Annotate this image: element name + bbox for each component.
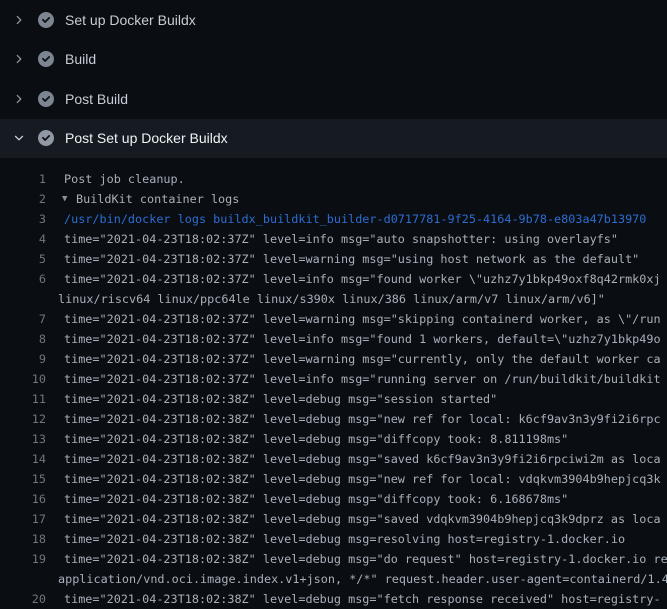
log-line-number[interactable]: 11: [0, 389, 46, 409]
log-line-text: time="2021-04-23T18:02:38Z" level=debug …: [64, 449, 661, 469]
log-line: 18 time="2021-04-23T18:02:38Z" level=deb…: [0, 529, 667, 549]
steps-list: Set up Docker Buildx Build Post Buil: [0, 0, 667, 158]
log-line-number[interactable]: 8: [0, 329, 46, 349]
log-line-text: time="2021-04-23T18:02:37Z" level=info m…: [64, 269, 661, 289]
log-line-text: time="2021-04-23T18:02:37Z" level=info m…: [64, 229, 618, 249]
log-line: 20 time="2021-04-23T18:02:38Z" level=deb…: [0, 589, 667, 609]
log-line-number[interactable]: 13: [0, 429, 46, 449]
log-line-number[interactable]: 1: [0, 169, 46, 189]
log-line-number[interactable]: [0, 289, 46, 309]
chevron-icon[interactable]: [12, 131, 26, 145]
log-line-number[interactable]: 6: [0, 269, 46, 289]
workflow-log-panel: Set up Docker Buildx Build Post Buil: [0, 0, 667, 609]
log-line-number[interactable]: 19: [0, 549, 46, 569]
check-circle-icon: [38, 130, 54, 146]
log-line: 3 /usr/bin/docker logs buildx_buildkit_b…: [0, 209, 667, 229]
log-line-text: time="2021-04-23T18:02:38Z" level=debug …: [64, 389, 497, 409]
log-line-text: time="2021-04-23T18:02:37Z" level=info m…: [64, 369, 661, 389]
log-line: application/vnd.oci.image.index.v1+json,…: [0, 569, 667, 589]
log-line-number[interactable]: 18: [0, 529, 46, 549]
step-row-expanded[interactable]: Post Set up Docker Buildx: [0, 119, 667, 159]
log-area: 1 Post job cleanup. 2 ▼BuildKit containe…: [0, 158, 667, 609]
step-row-collapsed[interactable]: Post Build: [0, 79, 667, 119]
log-line: 19 time="2021-04-23T18:02:38Z" level=deb…: [0, 549, 667, 569]
log-line: 16 time="2021-04-23T18:02:38Z" level=deb…: [0, 489, 667, 509]
log-line-number[interactable]: [0, 569, 46, 589]
log-line-text: time="2021-04-23T18:02:38Z" level=debug …: [64, 489, 568, 509]
log-line-text: time="2021-04-23T18:02:38Z" level=debug …: [64, 529, 625, 549]
log-line: 13 time="2021-04-23T18:02:38Z" level=deb…: [0, 429, 667, 449]
check-circle-icon: [38, 12, 54, 28]
log-line-text: Post job cleanup.: [64, 169, 185, 189]
log-line-text: time="2021-04-23T18:02:37Z" level=info m…: [64, 329, 661, 349]
chevron-icon[interactable]: [12, 92, 26, 106]
log-line-text: time="2021-04-23T18:02:37Z" level=warnin…: [64, 249, 639, 269]
log-line-number[interactable]: 12: [0, 409, 46, 429]
check-circle-icon: [38, 91, 54, 107]
step-row-collapsed[interactable]: Build: [0, 40, 667, 80]
log-line: 15 time="2021-04-23T18:02:38Z" level=deb…: [0, 469, 667, 489]
log-line-number[interactable]: 9: [0, 349, 46, 369]
log-line-text: application/vnd.oci.image.index.v1+json,…: [58, 569, 667, 589]
log-line: 2 ▼BuildKit container logs: [0, 189, 667, 209]
check-circle-icon: [38, 51, 54, 67]
chevron-icon[interactable]: [12, 13, 26, 27]
log-line-text: linux/riscv64 linux/ppc64le linux/s390x …: [58, 289, 605, 309]
log-line-text: time="2021-04-23T18:02:38Z" level=debug …: [64, 589, 661, 609]
log-line-text: time="2021-04-23T18:02:38Z" level=debug …: [64, 429, 568, 449]
chevron-icon[interactable]: [12, 52, 26, 66]
log-line-number[interactable]: 14: [0, 449, 46, 469]
log-line: 1 Post job cleanup.: [0, 169, 667, 189]
log-line: 5 time="2021-04-23T18:02:37Z" level=warn…: [0, 249, 667, 269]
log-line-number[interactable]: 15: [0, 469, 46, 489]
log-line: 6 time="2021-04-23T18:02:37Z" level=info…: [0, 269, 667, 289]
log-line-number[interactable]: 20: [0, 589, 46, 609]
log-line: 7 time="2021-04-23T18:02:37Z" level=warn…: [0, 309, 667, 329]
log-line: 17 time="2021-04-23T18:02:38Z" level=deb…: [0, 509, 667, 529]
log-line: 4 time="2021-04-23T18:02:37Z" level=info…: [0, 229, 667, 249]
step-row-collapsed[interactable]: Set up Docker Buildx: [0, 0, 667, 40]
log-line-number[interactable]: 2: [0, 189, 46, 209]
log-line: 14 time="2021-04-23T18:02:38Z" level=deb…: [0, 449, 667, 469]
log-line: 9 time="2021-04-23T18:02:37Z" level=warn…: [0, 349, 667, 369]
log-line-text: time="2021-04-23T18:02:38Z" level=debug …: [64, 409, 661, 429]
step-label: Post Build: [65, 91, 128, 107]
step-label: Set up Docker Buildx: [65, 12, 196, 28]
step-label: Build: [65, 51, 96, 67]
log-line-text: time="2021-04-23T18:02:37Z" level=warnin…: [64, 349, 661, 369]
log-line-text: time="2021-04-23T18:02:38Z" level=debug …: [64, 509, 661, 529]
log-line-text: time="2021-04-23T18:02:38Z" level=debug …: [64, 469, 661, 489]
log-line-number[interactable]: 10: [0, 369, 46, 389]
group-collapse-triangle-icon[interactable]: ▼: [62, 189, 72, 209]
log-line: linux/riscv64 linux/ppc64le linux/s390x …: [0, 289, 667, 309]
log-line-text: time="2021-04-23T18:02:37Z" level=warnin…: [64, 309, 661, 329]
step-label: Post Set up Docker Buildx: [65, 130, 228, 146]
log-line-number[interactable]: 17: [0, 509, 46, 529]
log-line-number[interactable]: 4: [0, 229, 46, 249]
log-line-text: BuildKit container logs: [76, 189, 239, 209]
log-line: 8 time="2021-04-23T18:02:37Z" level=info…: [0, 329, 667, 349]
log-line: 11 time="2021-04-23T18:02:38Z" level=deb…: [0, 389, 667, 409]
log-line-number[interactable]: 5: [0, 249, 46, 269]
log-line-text: time="2021-04-23T18:02:38Z" level=debug …: [64, 549, 667, 569]
log-line: 10 time="2021-04-23T18:02:37Z" level=inf…: [0, 369, 667, 389]
log-line-number[interactable]: 16: [0, 489, 46, 509]
log-line-number[interactable]: 3: [0, 209, 46, 229]
log-line: 12 time="2021-04-23T18:02:38Z" level=deb…: [0, 409, 667, 429]
log-line-number[interactable]: 7: [0, 309, 46, 329]
log-line-text: /usr/bin/docker logs buildx_buildkit_bui…: [64, 209, 646, 229]
